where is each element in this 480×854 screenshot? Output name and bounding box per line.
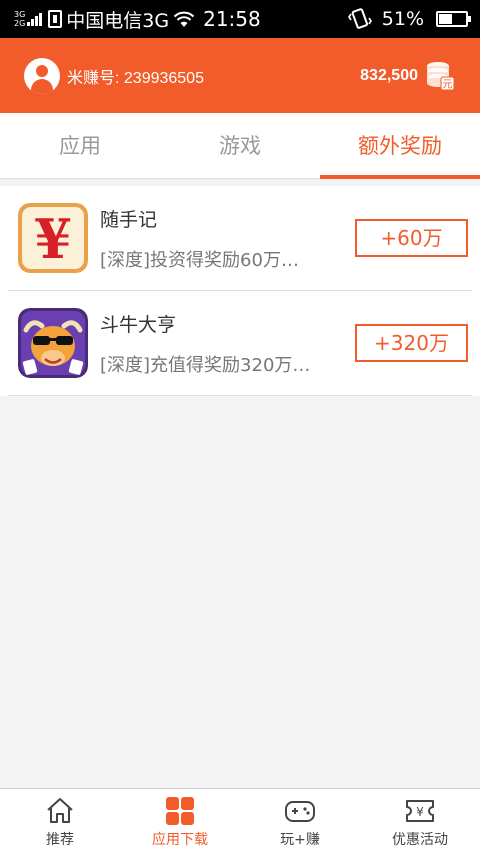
nav-promotions[interactable]: ¥ 优惠活动: [360, 789, 480, 854]
list-item[interactable]: ¥ 随手记 [深度]投资得奖励60万… +60万: [8, 186, 472, 291]
yuan-app-icon: ¥: [18, 203, 88, 273]
coin-count: 832,500: [360, 66, 418, 84]
coin-balance[interactable]: 832,500 元: [360, 60, 456, 92]
coupon-glyph: ¥: [416, 805, 424, 819]
app-description: [深度]充值得奖励320万…: [100, 354, 311, 376]
status-bar: 3G 2G 中国电信3G 21:58 51%: [0, 0, 480, 38]
user-id: 米赚号: 239936505: [67, 69, 204, 87]
network-type: 3G 2G: [14, 10, 25, 28]
bottom-navigation: 推荐 应用下载 玩+赚 ¥ 优惠活动: [0, 788, 480, 854]
app-name: 斗牛大亨: [100, 313, 177, 336]
nav-label: 应用下载: [152, 832, 208, 848]
tab-extra-rewards[interactable]: 额外奖励: [320, 113, 480, 179]
avatar-icon[interactable]: [24, 57, 60, 94]
reward-button[interactable]: +60万: [355, 219, 468, 257]
category-tabs: 应用 游戏 额外奖励: [0, 113, 480, 179]
app-name: 随手记: [100, 208, 158, 231]
nav-label: 优惠活动: [392, 832, 448, 848]
reward-list: ¥ 随手记 [深度]投资得奖励60万… +60万 斗牛大亨 [深度]充值得奖励3…: [0, 186, 480, 396]
gamepad-icon: [285, 801, 315, 822]
reward-button[interactable]: +320万: [355, 324, 468, 362]
battery-icon: [436, 11, 471, 27]
nav-recommend[interactable]: 推荐: [0, 789, 120, 854]
battery-level: [439, 14, 452, 24]
clock: 21:58: [203, 7, 261, 31]
network-type-bottom: 2G: [14, 19, 26, 28]
battery-percent: 51%: [381, 8, 424, 30]
tab-apps[interactable]: 应用: [0, 113, 160, 178]
coupon-icon: ¥: [406, 800, 434, 822]
nav-label: 玩+赚: [280, 832, 320, 848]
wifi-icon: [173, 11, 195, 27]
bull-app-icon: [18, 308, 88, 378]
coin-badge: 元: [443, 79, 453, 90]
tab-games[interactable]: 游戏: [160, 113, 320, 178]
vibrate-icon: [347, 8, 372, 29]
nav-label: 推荐: [46, 832, 74, 848]
yuan-glyph: ¥: [34, 207, 72, 271]
carrier-name: 中国电信3G: [66, 9, 170, 32]
list-item[interactable]: 斗牛大亨 [深度]充值得奖励320万… +320万: [8, 291, 472, 396]
nav-play-earn[interactable]: 玩+赚: [240, 789, 360, 854]
signal-icon: [27, 12, 43, 26]
app-header: 米赚号: 239936505 832,500 元: [0, 38, 480, 113]
network-type-top: 3G: [14, 10, 26, 19]
home-icon: [47, 798, 73, 823]
coin-stack-icon: 元: [427, 61, 455, 90]
sim-card-icon: [48, 10, 63, 28]
grid-icon: [166, 797, 194, 825]
app-description: [深度]投资得奖励60万…: [100, 249, 299, 271]
nav-app-download[interactable]: 应用下载: [120, 789, 240, 854]
